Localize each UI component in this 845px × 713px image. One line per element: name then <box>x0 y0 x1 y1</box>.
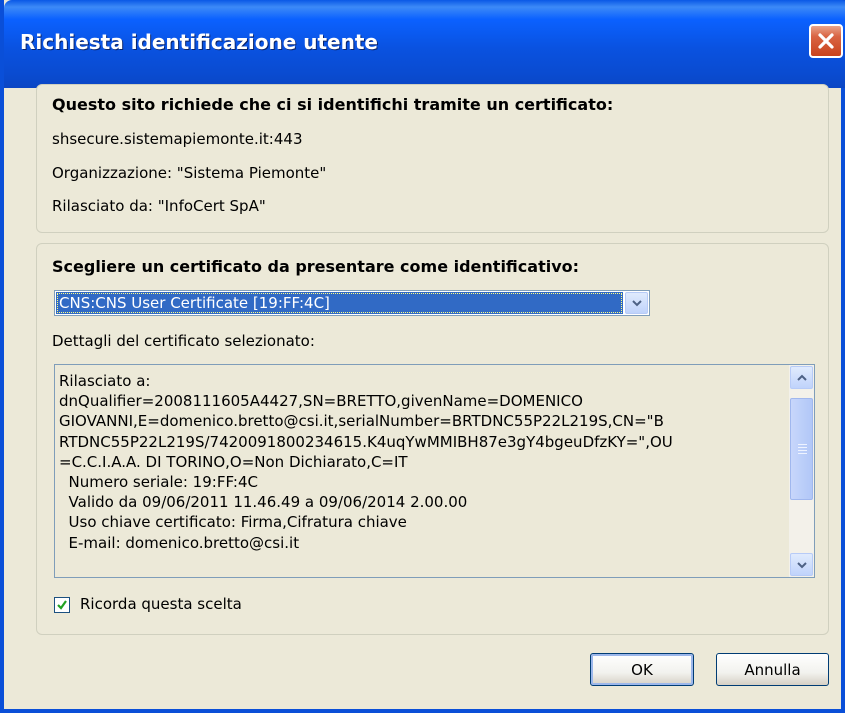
window-title: Richiesta identificazione utente <box>20 30 378 54</box>
certificate-dropdown[interactable]: CNS:CNS User Certificate [19:FF:4C] <box>54 290 650 316</box>
scroll-down-button[interactable] <box>790 553 813 576</box>
details-line: Numero seriale: 19:FF:4C <box>59 473 258 492</box>
ok-button[interactable]: OK <box>590 653 694 686</box>
details-line: =C.C.I.A.A. DI TORINO,O=Non Dichiarato,C… <box>59 452 408 471</box>
scroll-up-button[interactable] <box>790 366 813 389</box>
grip-line <box>798 453 807 454</box>
site-organization: Organizzazione: "Sistema Piemonte" <box>52 164 327 182</box>
chevron-up-icon <box>796 374 807 381</box>
scroll-thumb[interactable] <box>790 398 813 500</box>
certificate-details-text: Rilasciato a: dnQualifier=2008111605A442… <box>59 371 779 553</box>
chevron-down-icon <box>796 561 807 568</box>
details-scrollbar[interactable] <box>789 365 814 577</box>
details-line: Valido da 09/06/2011 11.46.49 a 09/06/20… <box>59 493 468 512</box>
dropdown-button[interactable] <box>625 292 648 314</box>
certificate-details-box[interactable]: Rilasciato a: dnQualifier=2008111605A442… <box>54 364 815 578</box>
details-label: Dettagli del certificato selezionato: <box>52 332 315 350</box>
details-line: Rilasciato a: <box>59 372 151 390</box>
details-line: dnQualifier=2008111605A4427,SN=BRETTO,gi… <box>59 392 583 411</box>
site-info-heading: Questo sito richiede che ci si identific… <box>52 95 614 114</box>
grip-line <box>798 447 807 448</box>
certificate-dropdown-value: CNS:CNS User Certificate [19:FF:4C] <box>56 292 623 314</box>
remember-label[interactable]: Ricorda questa scelta <box>80 595 242 613</box>
dialog-window: Richiesta identificazione utente Questo … <box>0 0 845 713</box>
details-line: Uso chiave certificato: Firma,Cifratura … <box>59 513 407 532</box>
close-button[interactable] <box>809 24 843 58</box>
site-host: shsecure.sistemapiemonte.it:443 <box>52 130 303 148</box>
checkmark-icon <box>57 600 67 610</box>
certificate-heading: Scegliere un certificato da presentare c… <box>52 257 580 276</box>
details-line: E-mail: domenico.bretto@csi.it <box>59 533 300 552</box>
grip-line <box>798 444 807 445</box>
site-issuer: Rilasciato da: "InfoCert SpA" <box>52 197 266 215</box>
title-bar[interactable]: Richiesta identificazione utente <box>4 0 845 88</box>
cancel-button[interactable]: Annulla <box>716 653 829 686</box>
close-icon <box>818 33 834 49</box>
chevron-down-icon <box>631 300 642 307</box>
details-line: RTDNC55P22L219S/7420091800234615.K4uqYwM… <box>59 432 673 451</box>
details-line: GIOVANNI,E=domenico.bretto@csi.it,serial… <box>59 412 664 431</box>
remember-checkbox[interactable] <box>54 597 70 613</box>
grip-line <box>798 450 807 451</box>
